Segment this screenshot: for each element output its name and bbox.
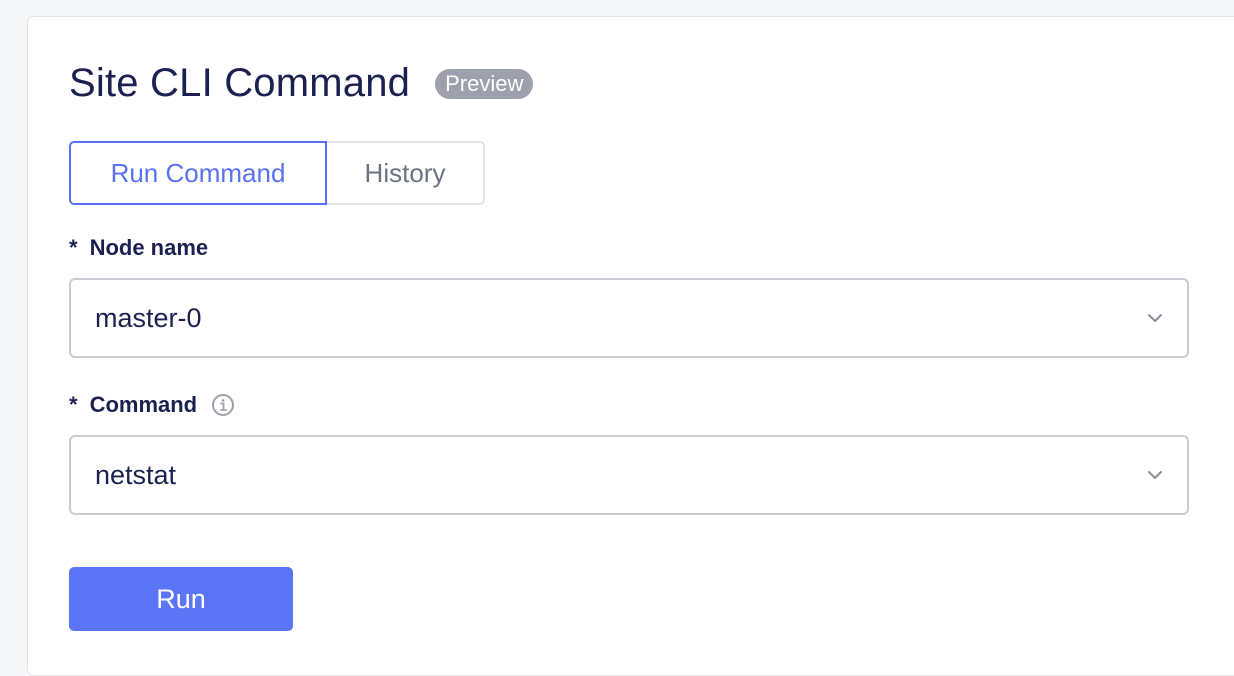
command-select[interactable]: netstat [69, 435, 1189, 515]
tab-bar: Run Command History [69, 141, 485, 205]
node-name-select[interactable]: master-0 [69, 278, 1189, 358]
run-button[interactable]: Run [69, 567, 293, 631]
tab-run-command[interactable]: Run Command [69, 141, 327, 205]
preview-badge: Preview [435, 68, 534, 99]
node-name-value: master-0 [95, 302, 202, 333]
chevron-down-icon [1148, 314, 1162, 322]
command-card: Site CLI Command Preview Run Command His… [27, 16, 1234, 676]
node-name-label: * Node name [69, 235, 208, 261]
required-marker: * [69, 235, 78, 260]
node-name-label-text: Node name [89, 235, 209, 260]
tab-history[interactable]: History [327, 141, 485, 205]
page-title: Site CLI Command [69, 61, 411, 105]
command-label: * Command [69, 392, 235, 418]
info-icon[interactable] [211, 393, 235, 417]
title-row: Site CLI Command Preview [69, 61, 534, 106]
command-value: netstat [95, 459, 177, 490]
required-marker: * [69, 392, 78, 417]
command-label-text: Command [89, 392, 198, 417]
chevron-down-icon [1148, 471, 1162, 479]
